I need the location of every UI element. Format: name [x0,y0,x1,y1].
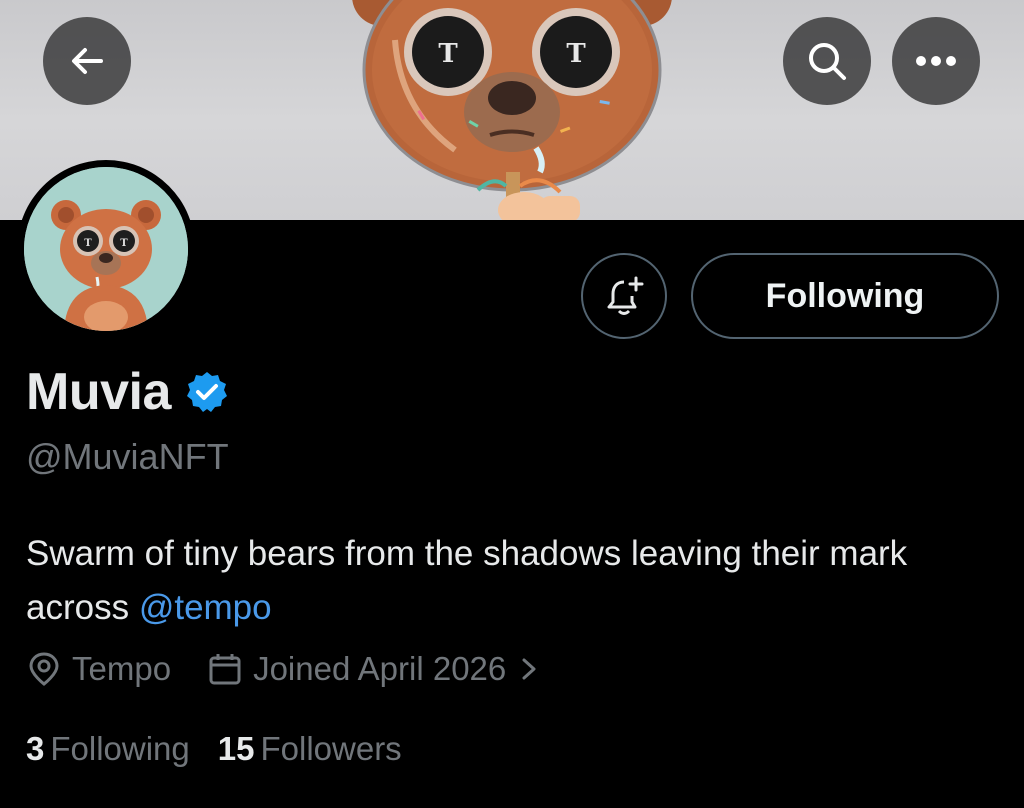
profile-meta: Tempo Joined April 2026 [26,650,540,688]
joined-item[interactable]: Joined April 2026 [207,650,540,688]
notifications-button[interactable] [581,253,667,339]
svg-text:T: T [120,238,128,249]
calendar-icon [209,654,241,685]
following-count: 3 [26,730,45,767]
bio-mention-link[interactable]: @tempo [139,588,272,627]
followers-stat[interactable]: 15 Followers [218,730,402,768]
avatar[interactable]: T T [17,160,195,338]
display-name: Muvia [26,363,171,421]
bell-plus-icon [607,276,644,315]
location-item: Tempo [26,650,171,688]
joined-text: Joined April 2026 [253,650,507,687]
more-dots-icon [916,56,956,66]
following-stat[interactable]: 3 Following [26,730,190,768]
svg-text:T: T [84,238,92,249]
location-pin-icon [29,652,59,686]
profile-name-row: Muvia [26,362,229,422]
following-label: Following [50,730,190,767]
svg-text:T: T [566,39,586,69]
back-button[interactable] [43,17,131,105]
profile-bio: Swarm of tiny bears from the shadows lea… [26,527,986,635]
arrow-left-icon [72,48,103,74]
avatar-image: T T [24,167,188,331]
followers-count: 15 [217,730,255,767]
location-text: Tempo [72,650,172,687]
profile-stats: 3 Following 15 Followers [26,730,430,768]
search-button[interactable] [783,17,871,105]
search-icon [809,43,846,80]
chevron-right-icon [522,658,536,680]
more-options-button[interactable] [892,17,980,105]
following-button[interactable]: Following [691,253,999,339]
bear-avatar-icon: T T [24,167,188,331]
verified-badge-icon[interactable] [185,370,229,414]
followers-label: Followers [260,730,402,767]
profile-handle: @MuviaNFT [26,436,229,477]
svg-text:T: T [438,39,458,69]
